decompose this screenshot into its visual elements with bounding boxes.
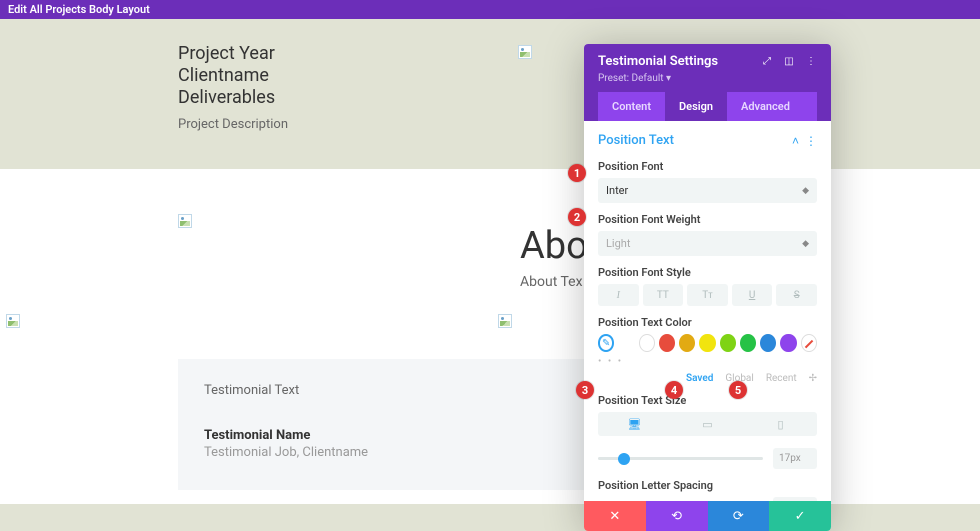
project-meta-block: Project Year Clientname Deliverables Pro… bbox=[178, 43, 288, 132]
color-picker-button[interactable]: ✎ bbox=[598, 334, 614, 352]
caret-icon: ◆ bbox=[802, 239, 809, 249]
text-size-value[interactable]: 17px bbox=[773, 448, 817, 469]
close-icon: ✕ bbox=[609, 509, 620, 524]
phone-icon: ▯ bbox=[777, 418, 783, 431]
settings-panel: Testimonial Settings ⤢ ◫ ⋮ Preset: Defau… bbox=[584, 44, 831, 531]
palette-recent[interactable]: Recent bbox=[766, 373, 797, 384]
placeholder-image-icon bbox=[6, 314, 20, 328]
uppercase-button[interactable]: TT bbox=[643, 284, 684, 306]
color-swatch-purple[interactable] bbox=[780, 334, 796, 352]
project-description: Project Description bbox=[178, 117, 288, 132]
label-position-font-weight: Position Font Weight bbox=[598, 213, 817, 226]
color-swatch-row: ✎ bbox=[598, 334, 817, 352]
strikethrough-button[interactable]: S bbox=[776, 284, 817, 306]
project-deliverables: Deliverables bbox=[178, 87, 288, 109]
kebab-icon[interactable]: ⋮ bbox=[805, 56, 817, 68]
position-font-select[interactable]: Inter ◆ bbox=[598, 178, 817, 203]
redo-button[interactable]: ⟳ bbox=[708, 501, 770, 531]
canvas: Project Year Clientname Deliverables Pro… bbox=[0, 19, 980, 521]
section-menu-icon[interactable]: ⋮ bbox=[805, 134, 817, 148]
tablet-icon: ▭ bbox=[702, 418, 712, 431]
color-swatch-blue[interactable] bbox=[760, 334, 776, 352]
undo-icon: ⟲ bbox=[671, 509, 682, 524]
palette-saved[interactable]: Saved bbox=[686, 373, 713, 384]
about-section: Abo About Tex ” Testimonial Text Testimo… bbox=[0, 169, 980, 504]
placeholder-image-icon bbox=[498, 314, 512, 328]
underline-button[interactable]: U bbox=[732, 284, 773, 306]
columns-icon[interactable]: ◫ bbox=[783, 56, 795, 68]
position-font-weight-select[interactable]: Light ◆ bbox=[598, 231, 817, 256]
project-client: Clientname bbox=[178, 65, 288, 87]
color-swatch-orange[interactable] bbox=[679, 334, 695, 352]
panel-header: Testimonial Settings ⤢ ◫ ⋮ Preset: Defau… bbox=[584, 44, 831, 121]
color-swatch-green[interactable] bbox=[740, 334, 756, 352]
palette-settings-icon[interactable]: ✢ bbox=[809, 373, 817, 384]
text-size-slider-row: 17px bbox=[598, 448, 817, 469]
label-position-text-size: Position Text Size bbox=[598, 394, 817, 407]
slider-thumb[interactable] bbox=[618, 453, 630, 465]
device-desktop-button[interactable]: 🖥 bbox=[598, 412, 671, 436]
panel-title: Testimonial Settings bbox=[598, 54, 718, 69]
section-toggle-position-text[interactable]: Position Text ˄ ⋮ bbox=[598, 133, 817, 148]
check-icon: ✓ bbox=[795, 509, 806, 524]
more-colors-icon[interactable]: • • • bbox=[598, 356, 817, 367]
color-swatch-yellow[interactable] bbox=[699, 334, 715, 352]
expand-icon[interactable]: ⤢ bbox=[761, 56, 773, 68]
undo-button[interactable]: ⟲ bbox=[646, 501, 708, 531]
color-swatch-lime[interactable] bbox=[720, 334, 736, 352]
desktop-icon: 🖥 bbox=[628, 418, 642, 431]
about-heading: Abo bbox=[520, 224, 588, 268]
label-position-font-style: Position Font Style bbox=[598, 266, 817, 279]
project-year: Project Year bbox=[178, 43, 288, 65]
italic-button[interactable]: I bbox=[598, 284, 639, 306]
top-bar: Edit All Projects Body Layout bbox=[0, 0, 980, 19]
annotation-marker-4: 4 bbox=[665, 381, 683, 399]
device-phone-button[interactable]: ▯ bbox=[744, 412, 817, 436]
color-swatch-black[interactable] bbox=[618, 334, 634, 352]
panel-body: Position Text ˄ ⋮ Position Font Inter ◆ … bbox=[584, 121, 831, 501]
smallcaps-button[interactable]: Tᴛ bbox=[687, 284, 728, 306]
topbar-title: Edit All Projects Body Layout bbox=[8, 3, 150, 16]
letter-spacing-value[interactable]: 0px bbox=[773, 497, 817, 501]
letter-spacing-slider-row: 0px bbox=[598, 497, 817, 501]
annotation-marker-5: 5 bbox=[729, 381, 747, 399]
color-palette-tabs: Saved Global Recent ✢ bbox=[598, 373, 817, 384]
tab-design[interactable]: Design bbox=[665, 92, 727, 121]
annotation-marker-2: 2 bbox=[568, 208, 586, 226]
label-position-text-color: Position Text Color bbox=[598, 316, 817, 329]
responsive-device-tabs: 🖥 ▭ ▯ bbox=[598, 412, 817, 436]
placeholder-image-icon bbox=[518, 45, 532, 59]
font-style-group: I TT Tᴛ U S bbox=[598, 284, 817, 306]
caret-icon: ◆ bbox=[802, 186, 809, 196]
placeholder-image-icon bbox=[178, 214, 192, 228]
annotation-marker-1: 1 bbox=[568, 164, 586, 182]
save-button[interactable]: ✓ bbox=[769, 501, 831, 531]
label-position-font: Position Font bbox=[598, 160, 817, 173]
preset-selector[interactable]: Preset: Default ▾ bbox=[598, 73, 817, 92]
color-swatch-white[interactable] bbox=[639, 334, 655, 352]
project-hero-section: Project Year Clientname Deliverables Pro… bbox=[0, 19, 980, 169]
panel-tabs: Content Design Advanced bbox=[598, 92, 817, 121]
annotation-marker-3: 3 bbox=[576, 381, 594, 399]
label-position-letter-spacing: Position Letter Spacing bbox=[598, 479, 817, 492]
color-swatch-red[interactable] bbox=[659, 334, 675, 352]
tab-advanced[interactable]: Advanced bbox=[727, 92, 804, 121]
chevron-up-icon: ˄ bbox=[792, 134, 799, 148]
tab-content[interactable]: Content bbox=[598, 92, 665, 121]
redo-icon: ⟳ bbox=[733, 509, 744, 524]
color-swatch-none[interactable] bbox=[801, 334, 817, 352]
panel-footer: ✕ ⟲ ⟳ ✓ bbox=[584, 501, 831, 531]
text-size-slider[interactable] bbox=[598, 457, 763, 460]
device-tablet-button[interactable]: ▭ bbox=[671, 412, 744, 436]
about-text: About Tex bbox=[520, 274, 583, 290]
close-button[interactable]: ✕ bbox=[584, 501, 646, 531]
